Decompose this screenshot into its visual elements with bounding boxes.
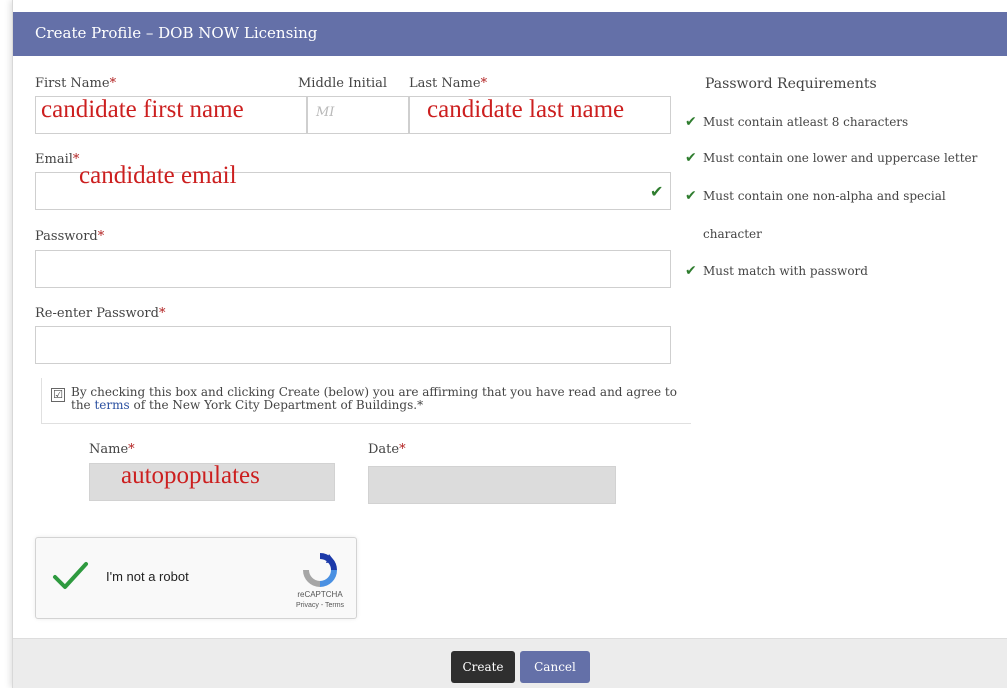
last-name-annotation: candidate last name	[427, 96, 625, 123]
password-requirements-title: Password Requirements	[705, 76, 877, 92]
password-input[interactable]	[35, 250, 671, 288]
create-profile-dialog: Create Profile – DOB NOW Licensing First…	[12, 0, 1007, 688]
required-marker: *	[158, 306, 166, 321]
checkmark-icon: ✔	[650, 182, 664, 201]
checkmark-icon: ✔	[685, 114, 697, 130]
last-name-label-text: Last Name	[409, 76, 481, 91]
password-label-text: Password	[35, 229, 98, 244]
dialog-title: Create Profile – DOB NOW Licensing	[35, 24, 318, 42]
requirement-item: ✔ Must contain atleast 8 characters	[685, 114, 908, 130]
email-annotation: candidate email	[79, 162, 237, 189]
middle-initial-placeholder: MI	[316, 105, 335, 120]
requirement-text: character	[703, 227, 762, 241]
middle-initial-label: Middle Initial	[298, 76, 388, 91]
email-label: Email*	[35, 152, 79, 167]
requirement-text: Must contain one non-alpha and special	[703, 189, 946, 203]
required-marker: *	[97, 229, 105, 244]
first-name-annotation: candidate first name	[41, 96, 244, 123]
requirement-text: Must match with password	[703, 264, 868, 278]
checkmark-icon: ✔	[685, 150, 697, 166]
agreement-text: By checking this box and clicking Create…	[71, 386, 691, 412]
signature-date-label-text: Date	[368, 442, 400, 457]
captcha-label: I'm not a robot	[106, 569, 189, 584]
cancel-button[interactable]: Cancel	[520, 651, 590, 683]
first-name-label: First Name*	[35, 76, 116, 91]
checkmark-icon: ✔	[685, 188, 697, 204]
required-marker: *	[480, 76, 488, 91]
signature-name-label: Name*	[89, 442, 135, 457]
dialog-footer: Create Cancel	[13, 638, 1007, 688]
checkmark-icon	[53, 562, 88, 589]
requirement-text: Must contain atleast 8 characters	[703, 115, 909, 129]
checkmark-icon: ✔	[685, 263, 697, 279]
requirement-item: character	[703, 227, 762, 241]
email-label-text: Email	[35, 152, 73, 167]
signature-date-input	[368, 466, 616, 504]
recaptcha-icon	[303, 553, 337, 587]
first-name-label-text: First Name	[35, 76, 110, 91]
agreement-text-end: of the New York City Department of Build…	[129, 398, 418, 412]
requirement-item: ✔ Must contain one lower and uppercase le…	[685, 150, 977, 166]
reenter-password-label-text: Re-enter Password	[35, 306, 159, 321]
required-marker: *	[109, 76, 117, 91]
agree-checkbox[interactable]: ☑	[51, 388, 65, 402]
signature-date-label: Date*	[368, 442, 406, 457]
create-button[interactable]: Create	[451, 651, 515, 683]
requirement-item: ✔ Must contain one non-alpha and special	[685, 188, 946, 204]
dialog-header: Create Profile – DOB NOW Licensing	[13, 12, 1007, 56]
reenter-password-input[interactable]	[35, 326, 671, 364]
required-marker: *	[399, 442, 406, 457]
reenter-password-label: Re-enter Password*	[35, 306, 165, 321]
name-annotation: autopopulates	[121, 462, 260, 489]
required-marker: *	[128, 442, 135, 457]
captcha-brand: reCAPTCHA	[297, 590, 343, 599]
requirement-text: Must contain one lower and uppercase let…	[703, 151, 978, 165]
required-marker: *	[417, 398, 424, 412]
requirement-item: ✔ Must match with password	[685, 263, 868, 279]
signature-name-label-text: Name	[89, 442, 129, 457]
middle-initial-input[interactable]: MI	[307, 96, 409, 134]
captcha-terms-link[interactable]: Privacy - Terms	[290, 602, 350, 609]
last-name-label: Last Name*	[409, 76, 487, 91]
password-label: Password*	[35, 229, 104, 244]
recaptcha-widget[interactable]: I'm not a robot reCAPTCHA Privacy - Term…	[35, 537, 357, 619]
terms-link[interactable]: terms	[94, 398, 129, 412]
